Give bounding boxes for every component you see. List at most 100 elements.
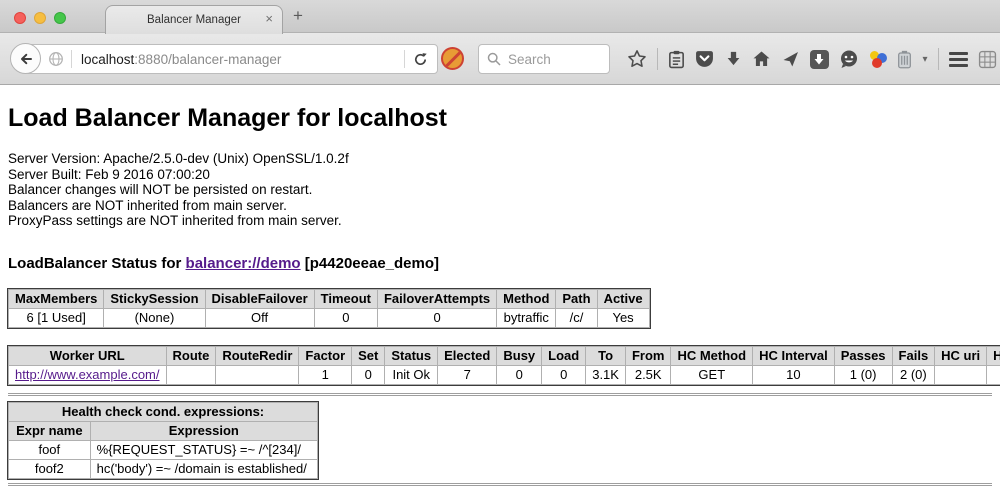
server-info: Server Version: Apache/2.5.0-dev (Unix) … — [8, 151, 992, 229]
tab-bar: Balancer Manager × + — [0, 0, 1000, 33]
cell-factor: 1 — [299, 365, 352, 384]
overflow-caret-icon[interactable]: ▾ — [923, 54, 928, 65]
pocket-icon[interactable] — [695, 50, 714, 68]
messenger-icon[interactable] — [839, 49, 859, 69]
table-header-row: MaxMembers StickySession DisableFailover… — [9, 289, 650, 308]
cell-disablefailover: Off — [205, 308, 314, 327]
table-row: http://www.example.com/ 1 0 Init Ok 7 0 … — [9, 365, 1000, 384]
url-text[interactable]: localhost:8880/balancer-manager — [81, 52, 396, 67]
balancer-demo-link[interactable]: balancer://demo — [186, 255, 301, 272]
cell-status: Init Ok — [385, 365, 438, 384]
new-tab-button[interactable]: + — [293, 6, 303, 26]
col-worker-url: Worker URL — [9, 346, 167, 365]
cell-fails: 2 (0) — [892, 365, 935, 384]
red-dot — [872, 58, 882, 68]
table-header-row: Worker URL Route RouteRedir Factor Set S… — [9, 346, 1000, 365]
toolbar-icons: ▾ — [627, 33, 997, 85]
col-route: Route — [166, 346, 216, 365]
cell-hc-method: GET — [671, 365, 753, 384]
col-routeredir: RouteRedir — [216, 346, 299, 365]
download-arrow-icon[interactable] — [725, 50, 742, 68]
reload-button[interactable] — [413, 52, 428, 67]
col-hc-uri: HC uri — [935, 346, 987, 365]
cell-timeout: 0 — [314, 308, 377, 327]
col-timeout: Timeout — [314, 289, 377, 308]
divider — [8, 393, 992, 396]
browser-window: Balancer Manager × + localhost:8880/bala… — [0, 0, 1000, 486]
toolbar-divider — [938, 48, 939, 70]
url-bar[interactable]: localhost:8880/balancer-manager — [25, 44, 438, 74]
home-icon[interactable] — [752, 50, 771, 68]
search-icon — [487, 52, 501, 66]
url-bar-divider — [71, 50, 72, 68]
battery-extension-icon[interactable] — [897, 50, 912, 69]
server-built-line: Server Built: Feb 9 2016 07:00:20 — [8, 167, 992, 183]
col-expression: Expression — [90, 421, 317, 440]
col-maxmembers: MaxMembers — [9, 289, 104, 308]
page-content: Load Balancer Manager for localhost Serv… — [0, 104, 1000, 486]
col-hc-method: HC Method — [671, 346, 753, 365]
menu-icon[interactable] — [949, 52, 968, 67]
loadbalancer-status-heading: LoadBalancer Status for balancer://demo … — [8, 255, 992, 272]
cell-active: Yes — [597, 308, 649, 327]
cell-busy: 0 — [497, 365, 542, 384]
cell-expr-name: foof — [9, 440, 91, 459]
tab-close-icon[interactable]: × — [265, 12, 273, 26]
cell-route — [166, 365, 216, 384]
col-elected: Elected — [438, 346, 497, 365]
search-input[interactable]: Search — [478, 44, 610, 74]
balancer-config-table: MaxMembers StickySession DisableFailover… — [8, 289, 650, 328]
url-path: :8880/balancer-manager — [134, 52, 281, 67]
col-method: Method — [497, 289, 556, 308]
table-row: foof %{REQUEST_STATUS} =~ /^[234]/ — [9, 440, 318, 459]
bookmark-star-icon[interactable] — [627, 49, 647, 69]
table-row: 6 [1 Used] (None) Off 0 0 bytraffic /c/ … — [9, 308, 650, 327]
reload-icon — [413, 52, 428, 67]
url-bar-divider — [404, 50, 405, 68]
balancers-note-line: Balancers are NOT inherited from main se… — [8, 198, 992, 214]
url-host: localhost — [81, 52, 134, 67]
close-window-button[interactable] — [14, 12, 26, 24]
cell-hc-uri — [935, 365, 987, 384]
reading-list-icon[interactable] — [668, 50, 685, 69]
col-hc-expr: HC Expr — [987, 346, 1000, 365]
download-manager-icon[interactable] — [810, 50, 829, 69]
col-passes: Passes — [834, 346, 892, 365]
plugin-blocked-icon[interactable] — [441, 47, 464, 70]
cell-path: /c/ — [556, 308, 597, 327]
col-stickysession: StickySession — [104, 289, 205, 308]
worker-url-link[interactable]: http://www.example.com/ — [15, 367, 160, 382]
col-path: Path — [556, 289, 597, 308]
minimize-window-button[interactable] — [34, 12, 46, 24]
col-to: To — [586, 346, 626, 365]
tab-balancer-manager[interactable]: Balancer Manager × — [105, 5, 283, 34]
cell-hc-expr: foof2 — [987, 365, 1000, 384]
cell-method: bytraffic — [497, 308, 556, 327]
worker-table: Worker URL Route RouteRedir Factor Set S… — [8, 346, 1000, 385]
send-icon[interactable] — [781, 50, 800, 68]
cell-elected: 7 — [438, 365, 497, 384]
tab-title: Balancer Manager — [147, 14, 241, 26]
health-table-caption: Health check cond. expressions: — [9, 402, 318, 421]
col-status: Status — [385, 346, 438, 365]
page-title: Load Balancer Manager for localhost — [8, 104, 992, 133]
cell-failoverattempts: 0 — [377, 308, 496, 327]
navigation-toolbar: localhost:8880/balancer-manager Search — [0, 33, 1000, 85]
cell-set: 0 — [352, 365, 385, 384]
back-button[interactable] — [10, 43, 41, 74]
col-from: From — [625, 346, 671, 365]
site-identity-globe-icon[interactable] — [48, 51, 64, 67]
heading-suffix: [p4420eeae_demo] — [305, 255, 439, 272]
toolbar-divider — [657, 48, 658, 70]
col-load: Load — [542, 346, 586, 365]
col-active: Active — [597, 289, 649, 308]
proxypass-note-line: ProxyPass settings are NOT inherited fro… — [8, 213, 992, 229]
cell-load: 0 — [542, 365, 586, 384]
table-caption-row: Health check cond. expressions: — [9, 402, 318, 421]
window-controls — [14, 12, 66, 24]
zoom-window-button[interactable] — [54, 12, 66, 24]
cell-worker-url: http://www.example.com/ — [9, 365, 167, 384]
colored-dots-extension-icon[interactable] — [869, 50, 887, 68]
cell-from: 2.5K — [625, 365, 671, 384]
tab-grid-icon[interactable] — [978, 50, 997, 69]
